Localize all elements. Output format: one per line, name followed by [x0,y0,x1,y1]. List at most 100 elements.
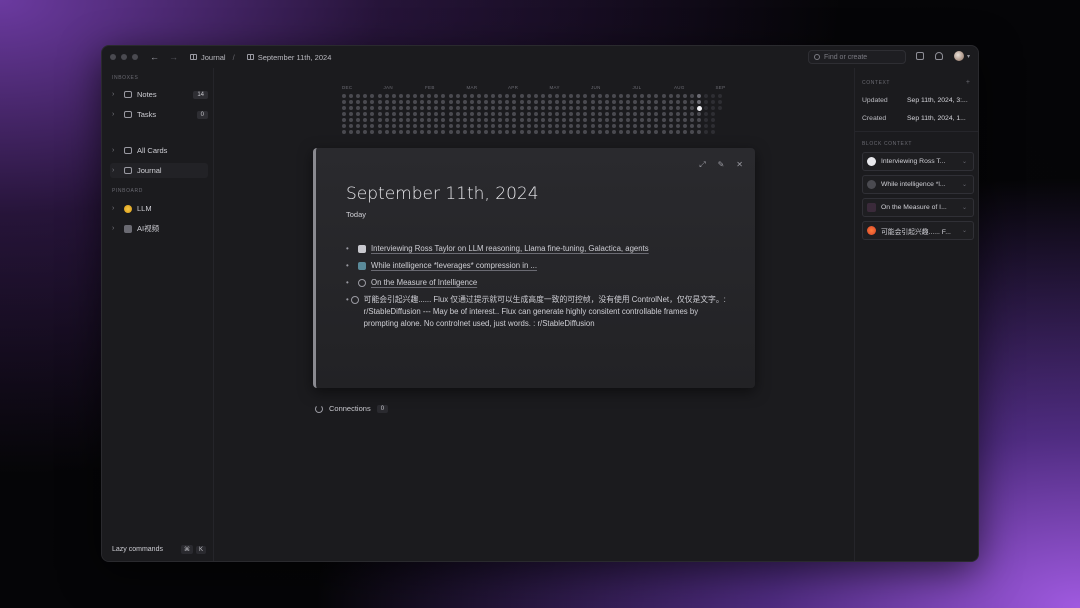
heatmap-day[interactable] [647,112,652,116]
heatmap-day[interactable] [675,112,680,116]
heatmap-day[interactable] [363,130,368,134]
heatmap-day[interactable] [349,124,354,128]
heatmap-day[interactable] [398,100,403,104]
heatmap-day[interactable] [661,106,666,110]
heatmap-day[interactable] [413,130,417,134]
heatmap-day[interactable] [427,100,432,104]
heatmap-day[interactable] [711,106,716,110]
heatmap-day[interactable] [413,106,417,110]
heatmap-day[interactable] [448,112,453,116]
heatmap-day[interactable] [647,106,652,110]
heatmap-day[interactable] [434,100,439,104]
heatmap-day[interactable] [349,106,354,110]
heatmap-day[interactable] [448,94,453,98]
heatmap-day[interactable] [682,118,687,122]
heatmap-day[interactable] [469,106,474,110]
heatmap-day[interactable] [583,94,588,98]
heatmap-day[interactable] [363,106,368,110]
heatmap-day[interactable] [469,118,474,122]
heatmap-day[interactable] [356,106,361,110]
heatmap-day[interactable] [434,130,439,134]
connections-toggle[interactable]: Connections 0 [315,404,389,413]
heatmap-day[interactable] [704,124,709,128]
heatmap-day[interactable] [562,124,567,128]
heatmap-day[interactable] [519,130,524,134]
heatmap-day[interactable] [576,130,581,134]
heatmap-day[interactable] [405,112,410,116]
heatmap-day[interactable] [611,118,616,122]
heatmap-day[interactable] [675,100,680,104]
heatmap-day[interactable] [597,118,602,122]
heatmap-day[interactable] [427,124,432,128]
heatmap-day[interactable] [398,106,403,110]
avatar[interactable] [953,51,964,61]
heatmap-day[interactable] [342,100,346,104]
sidebar-item-all-cards[interactable]: › All Cards [110,143,208,158]
heatmap-day[interactable] [718,100,723,104]
heatmap-day[interactable] [697,130,701,134]
heatmap-day[interactable] [597,130,602,134]
heatmap-day[interactable] [633,112,638,116]
heatmap-day[interactable] [498,112,503,116]
heatmap-day[interactable] [569,130,574,134]
heatmap-day[interactable] [469,130,474,134]
heatmap-day[interactable] [569,118,574,122]
heatmap-day[interactable] [469,124,474,128]
heatmap-day[interactable] [718,94,723,98]
heatmap-day[interactable] [697,106,702,111]
heatmap-day[interactable] [413,118,417,122]
heatmap-day[interactable] [682,124,687,128]
heatmap-day[interactable] [441,124,446,128]
heatmap-day[interactable] [533,130,538,134]
heatmap-day[interactable] [519,94,524,98]
sidebar-item-notes[interactable]: › Notes 14 [110,87,208,102]
heatmap-day[interactable] [349,112,354,116]
heatmap-day[interactable] [675,106,680,110]
heatmap-day[interactable] [540,124,545,128]
heatmap-day[interactable] [505,112,510,116]
heatmap-day[interactable] [363,124,368,128]
heatmap-day[interactable] [434,124,439,128]
heatmap-day[interactable] [413,94,417,98]
heatmap-day[interactable] [697,118,701,122]
heatmap-day[interactable] [555,106,559,110]
heatmap-day[interactable] [647,94,652,98]
heatmap-day[interactable] [384,94,389,98]
heatmap-day[interactable] [498,106,503,110]
heatmap-day[interactable] [654,100,659,104]
heatmap-day[interactable] [491,106,496,110]
heatmap-day[interactable] [370,124,375,128]
heatmap-day[interactable] [682,94,687,98]
heatmap-day[interactable] [469,112,474,116]
heatmap-day[interactable] [405,124,410,128]
heatmap-day[interactable] [569,124,574,128]
heatmap-day[interactable] [384,112,389,116]
heatmap-day[interactable] [547,94,552,98]
minimize-dot[interactable] [121,54,127,60]
heatmap-day[interactable] [633,118,638,122]
heatmap-day[interactable] [668,124,673,128]
heatmap-day[interactable] [491,130,496,134]
heatmap-day[interactable] [462,100,467,104]
sidebar-item-journal[interactable]: › Journal [110,163,208,178]
journal-card[interactable]: ⤢ ✎ ✕ September 11th, 2024 Today • Inter… [313,148,755,388]
heatmap-day[interactable] [583,112,588,116]
heatmap-day[interactable] [661,118,666,122]
heatmap-day[interactable] [618,124,623,128]
chevron-down-icon[interactable]: ▾ [967,53,970,60]
heatmap-day[interactable] [590,118,595,122]
heatmap-day[interactable] [441,100,446,104]
heatmap-day[interactable] [654,94,659,98]
users-icon[interactable] [934,52,943,60]
heatmap-day[interactable] [391,100,396,104]
heatmap-day[interactable] [590,112,595,116]
heatmap-day[interactable] [604,112,609,116]
heatmap-day[interactable] [384,130,389,134]
heatmap-day[interactable] [377,112,382,116]
heatmap-day[interactable] [405,100,410,104]
heatmap-day[interactable] [604,118,609,122]
chevron-down-icon[interactable]: ⌄ [962,204,967,211]
heatmap-day[interactable] [363,100,368,104]
window-controls[interactable] [110,54,138,60]
heatmap-day[interactable] [405,106,410,110]
